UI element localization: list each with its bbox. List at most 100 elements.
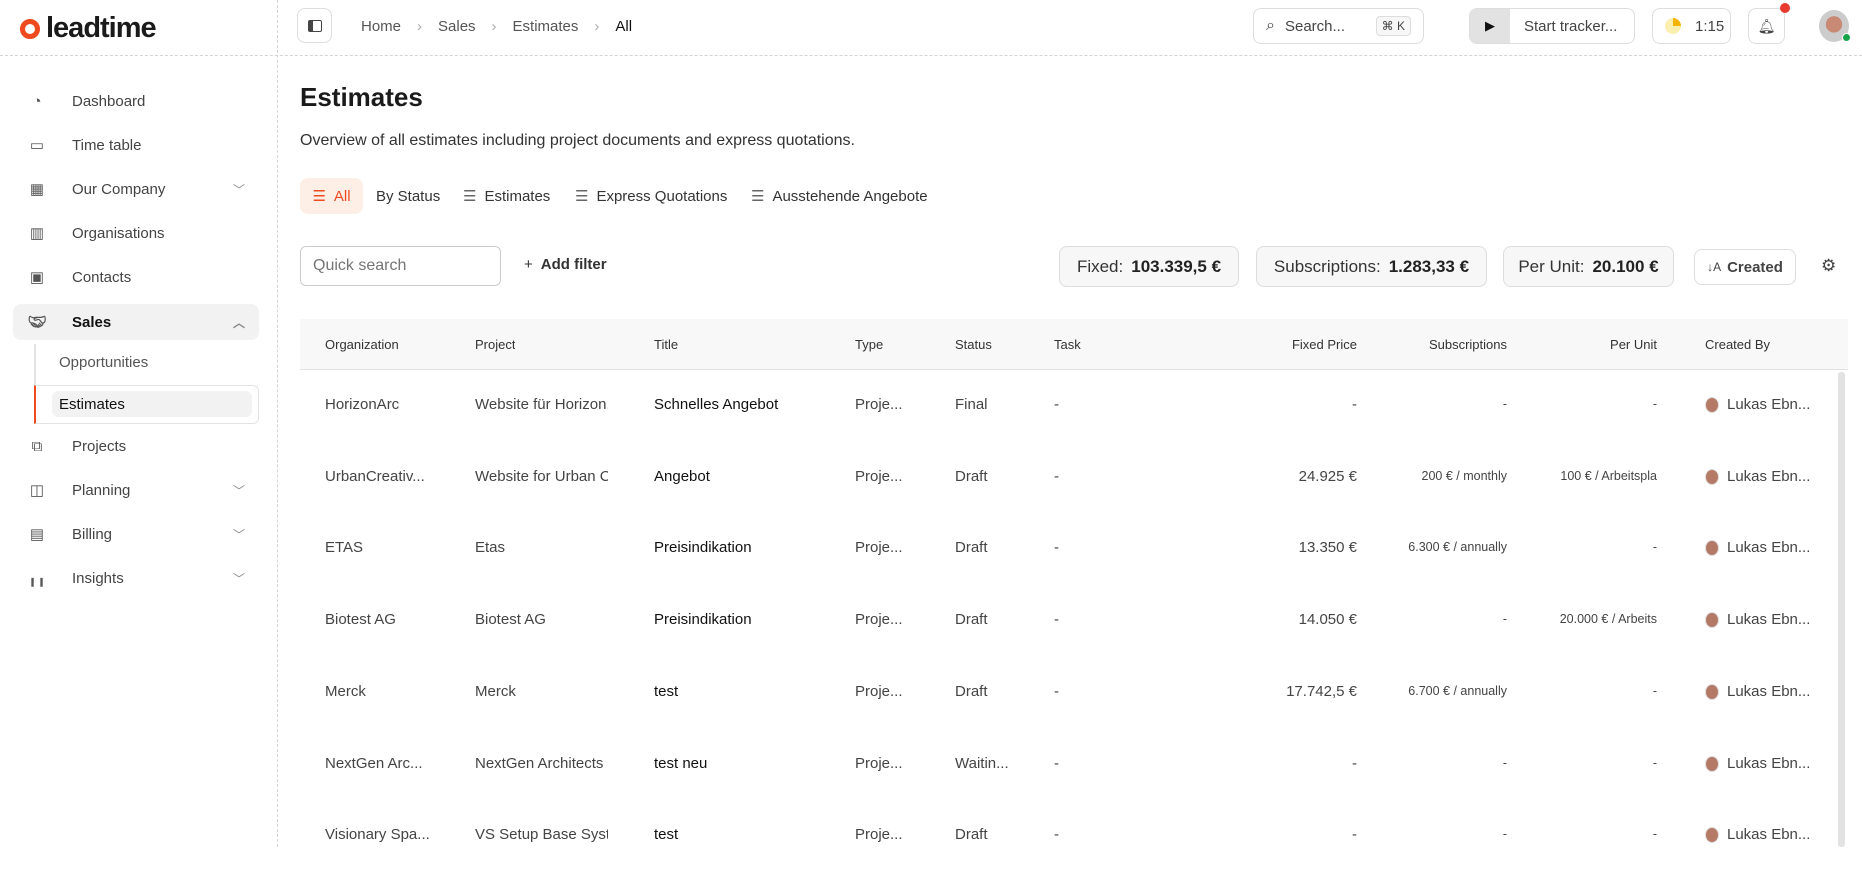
sidebar-item-our-company[interactable]: ▦ Our Company ﹀ [13, 171, 259, 207]
cell-text: 13.350 € [1298, 539, 1357, 557]
table-cell: Preisindikation [654, 539, 844, 556]
sidebar-item-time-table[interactable]: ▭ Time table [13, 127, 259, 163]
table-row[interactable]: HorizonArc Website für Horizon. Schnelles … [300, 370, 1848, 442]
search-icon: ⌕ [1266, 17, 1275, 34]
cell-text: test [654, 826, 679, 844]
table-cell: - [1054, 396, 1114, 413]
sidebar-item-contacts[interactable]: ▣ Contacts [13, 259, 259, 295]
table-cell: Proje... [855, 755, 935, 772]
avatar [1705, 397, 1719, 414]
table-cell: 17.742,5 € [1200, 683, 1357, 700]
table-cell: Proje... [855, 611, 935, 628]
column-header[interactable]: Status [955, 337, 992, 352]
table-cell: - [1350, 397, 1507, 411]
tab-all[interactable]: ☰ All [300, 178, 363, 214]
breadcrumb-estimates[interactable]: Estimates [513, 18, 579, 35]
cell-text: Etas [475, 539, 506, 557]
tab-by-status[interactable]: By Status [376, 178, 440, 214]
table-row[interactable]: Biotest AG Biotest AG Preisindikation Proje… [300, 585, 1848, 657]
table-cell: - [1200, 826, 1357, 843]
table-cell: UrbanCreativ... [325, 468, 465, 485]
quick-search-input[interactable] [300, 246, 501, 286]
project-tree-icon: ⧉ [31, 437, 43, 455]
avatar [1705, 540, 1719, 557]
global-search[interactable]: ⌕ Search... ⌘ K [1253, 8, 1424, 44]
table-cell: NextGen Arc... [325, 755, 465, 772]
table-cell: test [654, 826, 844, 843]
breadcrumb-home[interactable]: Home [361, 18, 401, 35]
sidebar-item-planning[interactable]: ◫ Planning ﹀ [13, 472, 259, 508]
gear-icon[interactable]: ⚙ [1821, 256, 1836, 276]
unit-value: 20.100 € [1592, 256, 1659, 276]
sidebar-item-dashboard[interactable]: ◔ Dashboard [13, 83, 259, 119]
add-filter-button[interactable]: + Add filter [524, 256, 607, 273]
toggle-sidebar-button[interactable] [297, 8, 332, 43]
table-row[interactable]: UrbanCreativ... Website for Urban C Angebo… [300, 442, 1848, 514]
cell-text: Proje... [855, 467, 903, 485]
table-cell: Visionary Spa... [325, 826, 465, 843]
column-header[interactable]: Title [654, 337, 678, 352]
chevron-up-icon: ︿ [232, 315, 245, 330]
table-cell: Final [955, 396, 1035, 413]
table-row[interactable]: Visionary Spa... VS Setup Base Syst test Pr… [300, 800, 1848, 872]
column-header[interactable]: Subscriptions [1350, 337, 1507, 352]
column-header[interactable]: Per Unit [1500, 337, 1657, 352]
table-cell: Website for Urban C [475, 468, 608, 485]
tab-label: Ausstehende Angebote [772, 187, 928, 205]
cell-text: Proje... [855, 611, 903, 629]
cell-text: - [1054, 396, 1059, 413]
cell-text: Biotest AG [325, 611, 396, 629]
tab-express-quotations[interactable]: ☰ Express Quotations [575, 178, 727, 214]
nav-label: Insights [72, 569, 124, 587]
table-cell: - [1350, 827, 1507, 841]
start-tracker-button[interactable]: ▶ Start tracker... [1469, 8, 1635, 44]
breadcrumb-sales[interactable]: Sales [438, 18, 476, 35]
table-cell: Proje... [855, 539, 935, 556]
table-row[interactable]: ETAS Etas Preisindikation Proje... Draft - 13.… [300, 513, 1848, 585]
sidebar-item-organisations[interactable]: ▥ Organisations [13, 215, 259, 251]
user-avatar[interactable] [1819, 10, 1851, 42]
timer-button[interactable]: 1:15 [1652, 8, 1731, 44]
cell-text: Website für Horizon. [475, 396, 608, 413]
page-title: Estimates [300, 82, 423, 112]
subs-label: Subscriptions: [1273, 256, 1381, 276]
subscriptions-total: Subscriptions: 1.283,33 € [1256, 246, 1487, 287]
cell-text: Merck [325, 682, 366, 700]
sidebar-item-opportunities[interactable]: Opportunities [59, 354, 148, 371]
cell-text: test [654, 682, 679, 700]
cell-text: Preisindikation [654, 539, 752, 557]
sidebar-item-estimates[interactable]: Estimates [34, 385, 259, 424]
table-cell: Lukas Ebn... [1705, 539, 1835, 557]
play-icon: ▶ [1470, 9, 1510, 43]
online-status-dot [1842, 33, 1851, 42]
table-cell: Biotest AG [325, 611, 465, 628]
column-header[interactable]: Task [1054, 337, 1081, 352]
sidebar-item-sales[interactable]: 🤝︎ Sales ︿ [13, 304, 259, 340]
table-cell: - [1054, 755, 1114, 772]
column-header[interactable]: Fixed Price [1200, 337, 1357, 352]
shortcut-badge: ⌘ K [1375, 16, 1411, 36]
cell-text: Final [955, 396, 988, 413]
sidebar-item-insights[interactable]: ╻╻ Insights ﹀ [13, 560, 259, 596]
column-header[interactable]: Created By [1705, 337, 1770, 352]
sort-button[interactable]: ↓A Created [1694, 249, 1796, 285]
logo[interactable]: leadtime [20, 12, 157, 45]
handshake-icon: 🤝︎ [27, 314, 47, 331]
notifications-button[interactable]: 🔔︎ [1748, 3, 1790, 44]
column-header[interactable]: Project [475, 337, 515, 352]
table-row[interactable]: NextGen Arc... NextGen Architects test neu… [300, 729, 1848, 801]
table-row[interactable]: Merck Merck test Proje... Draft - 17.742,5 € 6.… [300, 657, 1848, 729]
tab-estimates[interactable]: ☰ Estimates [463, 178, 550, 214]
nav-label: Planning [72, 481, 131, 499]
scrollbar[interactable] [1838, 372, 1845, 847]
sidebar-item-billing[interactable]: ▤ Billing ﹀ [13, 516, 259, 552]
column-header[interactable]: Type [855, 337, 883, 352]
cell-text: - [1054, 682, 1059, 700]
tab-ausstehende-angebote[interactable]: ☰ Ausstehende Angebote [751, 178, 928, 214]
sidebar-divider [277, 0, 278, 847]
column-header[interactable]: Organization [325, 337, 399, 352]
table-cell: 14.050 € [1200, 611, 1357, 628]
estimates-label: Estimates [52, 391, 252, 417]
sidebar-item-projects[interactable]: ⧉ Projects [13, 428, 259, 464]
cell-text: Proje... [855, 539, 903, 557]
